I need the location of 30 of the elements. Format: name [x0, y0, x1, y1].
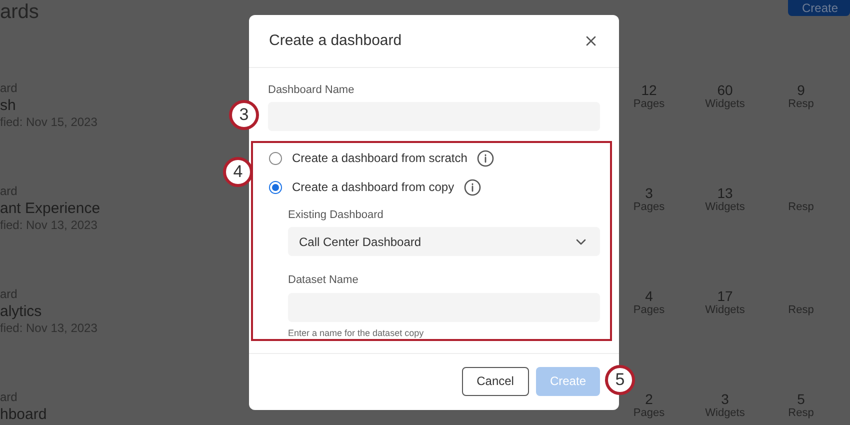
option-label: Create a dashboard from copy	[292, 179, 454, 196]
stat-value: 9	[797, 82, 805, 98]
stat-value: 5	[797, 391, 805, 407]
field-label: Existing Dashboard	[288, 208, 384, 222]
step-marker: 5	[605, 365, 635, 395]
stat-value: 3	[645, 185, 653, 201]
radio-button[interactable]	[269, 152, 282, 164]
radio-button[interactable]	[269, 180, 282, 194]
dashboard-name: ant Experience	[0, 199, 100, 218]
stat-value: 12	[641, 82, 657, 98]
dashboard-name: hboard	[0, 405, 47, 424]
info-icon[interactable]	[477, 150, 494, 166]
dialog-title: Create a dashboard	[269, 30, 402, 51]
stat-value: 60	[717, 82, 733, 98]
step-marker: 3	[229, 100, 259, 130]
option-label: Create a dashboard from scratch	[292, 150, 468, 167]
cancel-button[interactable]: Cancel	[462, 366, 529, 396]
stat-value: 2	[645, 391, 653, 407]
stat-value: 17	[717, 288, 733, 304]
stat-value: 4	[645, 288, 653, 304]
dropdown[interactable]: Call Center Dashboard	[288, 227, 600, 256]
info-icon[interactable]	[464, 178, 482, 196]
field-hint: Enter a name for the dataset copy	[288, 327, 425, 339]
field-label: Dashboard Name	[268, 83, 356, 97]
dashboard-name: alytics	[0, 302, 42, 321]
stat-value: 13	[717, 185, 733, 201]
field-label: Dataset Name	[288, 273, 360, 287]
dashboard-name: sh	[0, 96, 16, 115]
stat-value: 3	[721, 391, 729, 407]
step-marker: 4	[223, 157, 253, 187]
